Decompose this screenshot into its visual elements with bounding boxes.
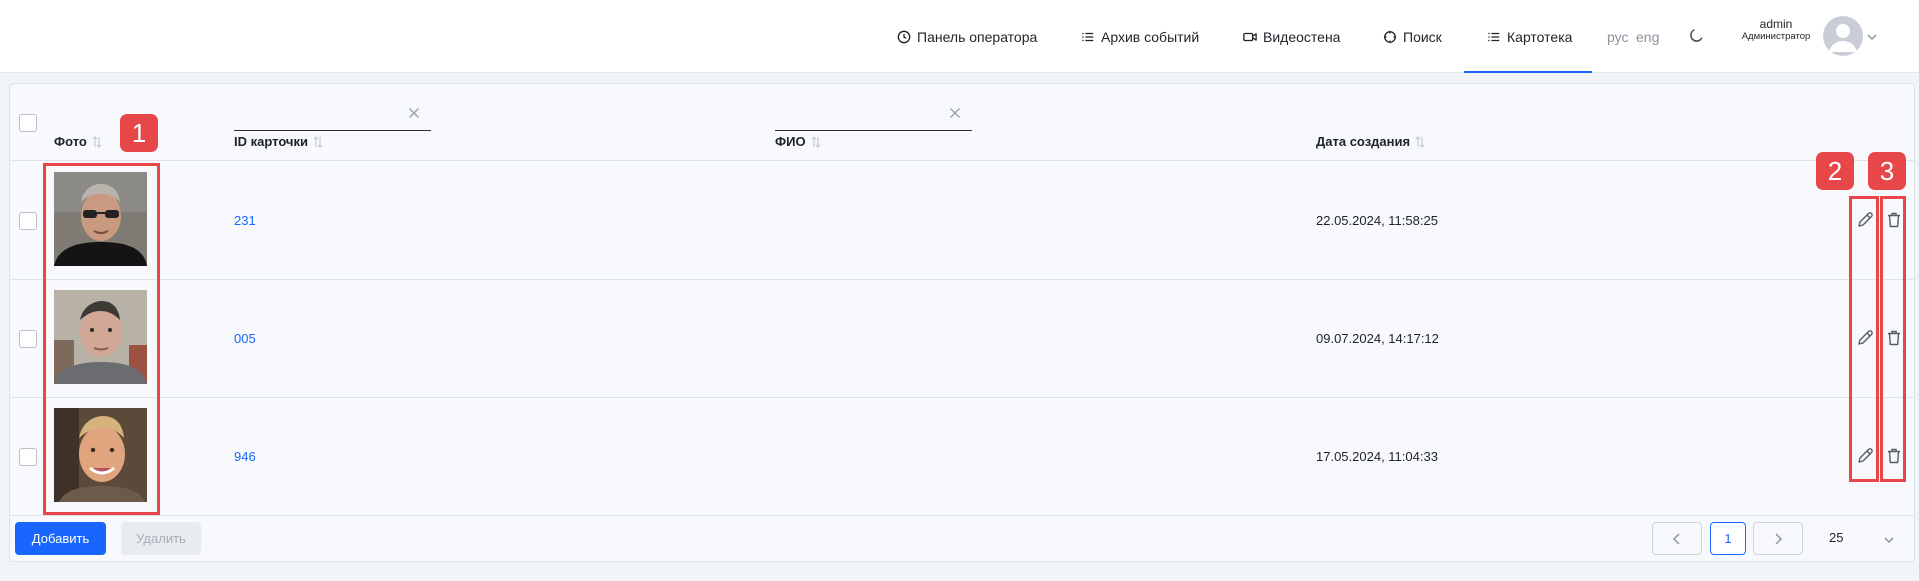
nav-event-archive[interactable]: Архив событий	[1081, 0, 1199, 73]
row-divider	[10, 160, 1914, 161]
annotation-box-delete	[1880, 196, 1906, 482]
card-id-link[interactable]: 946	[234, 449, 256, 464]
row-checkbox[interactable]	[19, 212, 37, 230]
annotation-badge: 1	[120, 114, 158, 152]
delete-button[interactable]: Удалить	[121, 522, 201, 555]
row-checkbox[interactable]	[19, 448, 37, 466]
id-filter-input[interactable]	[234, 130, 431, 131]
card-index-table	[9, 83, 1915, 562]
annotation-box-edit	[1849, 196, 1879, 482]
nav-label: Архив событий	[1101, 28, 1200, 45]
chevron-down-icon[interactable]	[1883, 534, 1895, 546]
card-id-link[interactable]: 231	[234, 213, 256, 228]
column-title: ID карточки	[234, 134, 308, 149]
column-header-photo[interactable]: Фото	[54, 134, 102, 149]
chevron-left-icon	[1672, 532, 1680, 545]
nav-search[interactable]: Поиск	[1383, 0, 1442, 73]
nav-label: Видеостена	[1263, 28, 1341, 45]
list-icon	[1488, 32, 1500, 41]
moon-icon[interactable]	[1688, 28, 1704, 44]
close-icon[interactable]	[408, 107, 420, 119]
avatar[interactable]	[1823, 16, 1863, 56]
annotation-box-photos	[43, 163, 160, 515]
chevron-right-icon	[1775, 532, 1783, 545]
nav-operator-panel[interactable]: Панель оператора	[897, 0, 1037, 73]
column-header-created[interactable]: Дата создания	[1316, 134, 1425, 149]
target-icon	[1383, 30, 1397, 43]
user-name: admin	[1759, 17, 1793, 31]
annotation-badge: 3	[1868, 152, 1906, 190]
sort-icon[interactable]	[92, 135, 102, 148]
created-date: 22.05.2024, 11:58:25	[1316, 213, 1438, 228]
nav-card-index[interactable]: Картотека	[1487, 0, 1572, 73]
fio-filter-input[interactable]	[775, 130, 972, 131]
column-header-fio[interactable]: ФИО	[775, 134, 821, 149]
add-button[interactable]: Добавить	[15, 522, 106, 555]
column-title: Фото	[54, 134, 87, 149]
nav-label: Поиск	[1403, 28, 1442, 45]
lang-en[interactable]: eng	[1636, 0, 1659, 73]
column-title: ФИО	[775, 134, 806, 149]
row-divider	[10, 515, 1914, 516]
column-title: Дата создания	[1316, 134, 1411, 149]
next-page-button[interactable]	[1753, 522, 1803, 555]
page-size-select[interactable]: 25	[1829, 530, 1843, 545]
top-header: Панель оператора Архив событий Видеостен…	[0, 0, 1919, 73]
nav-label: Панель оператора	[917, 28, 1038, 45]
user-icon	[1829, 24, 1857, 52]
sort-icon[interactable]	[1415, 135, 1425, 148]
lang-ru[interactable]: рус	[1607, 0, 1628, 73]
user-role: Администратор	[1741, 30, 1811, 42]
row-divider	[10, 279, 1914, 280]
annotation-badge: 2	[1816, 152, 1854, 190]
card-id-link[interactable]: 005	[234, 331, 256, 346]
chevron-down-icon[interactable]	[1866, 31, 1878, 43]
user-info[interactable]: admin Администратор	[1734, 17, 1818, 43]
nav-video-wall[interactable]: Видеостена	[1243, 0, 1340, 73]
camera-icon	[1243, 32, 1257, 41]
clock-icon	[897, 30, 911, 43]
nav-label: Картотека	[1507, 28, 1573, 45]
created-date: 09.07.2024, 14:17:12	[1316, 331, 1439, 346]
sort-icon[interactable]	[313, 135, 323, 148]
prev-page-button[interactable]	[1652, 522, 1702, 555]
active-tab-indicator	[1464, 71, 1592, 73]
select-all-checkbox[interactable]	[19, 114, 37, 132]
sort-icon[interactable]	[811, 135, 821, 148]
row-checkbox[interactable]	[19, 330, 37, 348]
list-icon	[1082, 32, 1094, 41]
row-divider	[10, 397, 1914, 398]
column-header-id[interactable]: ID карточки	[234, 134, 323, 149]
current-page[interactable]: 1	[1710, 522, 1746, 555]
created-date: 17.05.2024, 11:04:33	[1316, 449, 1438, 464]
close-icon[interactable]	[949, 107, 961, 119]
